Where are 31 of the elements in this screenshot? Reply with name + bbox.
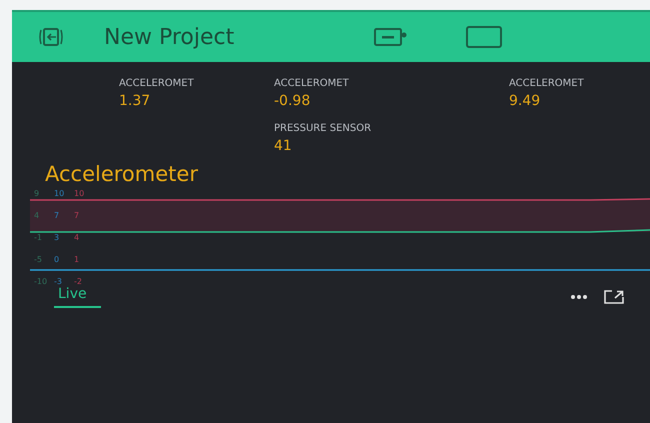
axis-tick: 0 <box>54 255 60 264</box>
widget-value: 9.49 <box>509 93 542 109</box>
axis-tick: 9 <box>34 189 40 198</box>
axis-tick: -10 <box>34 277 48 286</box>
export-icon[interactable] <box>604 290 624 304</box>
axis-tick: -1 <box>34 233 42 242</box>
widget-value: 1.37 <box>119 93 152 109</box>
more-icon[interactable] <box>570 294 588 300</box>
axis-tick: 7 <box>74 211 80 220</box>
axis-tick: -5 <box>34 255 42 264</box>
live-tab[interactable]: Live <box>54 286 101 308</box>
axis-tick: 4 <box>74 233 80 242</box>
widget-value: -0.98 <box>274 93 312 109</box>
axis-tick: 10 <box>54 189 64 198</box>
square-icon[interactable] <box>466 26 502 48</box>
project-title: New Project <box>104 24 234 50</box>
axis-tick: -3 <box>54 277 62 286</box>
axis-tick: -2 <box>74 277 82 286</box>
axis-tick: 3 <box>54 233 60 242</box>
device-icon[interactable] <box>374 27 408 47</box>
axis-tick: 10 <box>74 189 84 198</box>
axis-tick: 7 <box>54 211 60 220</box>
axis-tick: 4 <box>34 211 40 220</box>
axis-tick: 1 <box>74 255 80 264</box>
widget-label: PRESSURE SENSOR <box>274 123 372 134</box>
widget-label: ACCELEROMET <box>119 78 195 89</box>
widget-label: ACCELEROMET <box>509 78 585 89</box>
widget-label: ACCELEROMET <box>274 78 350 89</box>
chart-title: Accelerometer <box>45 162 198 186</box>
widget-value: 41 <box>274 138 293 154</box>
exit-icon[interactable] <box>38 27 64 47</box>
